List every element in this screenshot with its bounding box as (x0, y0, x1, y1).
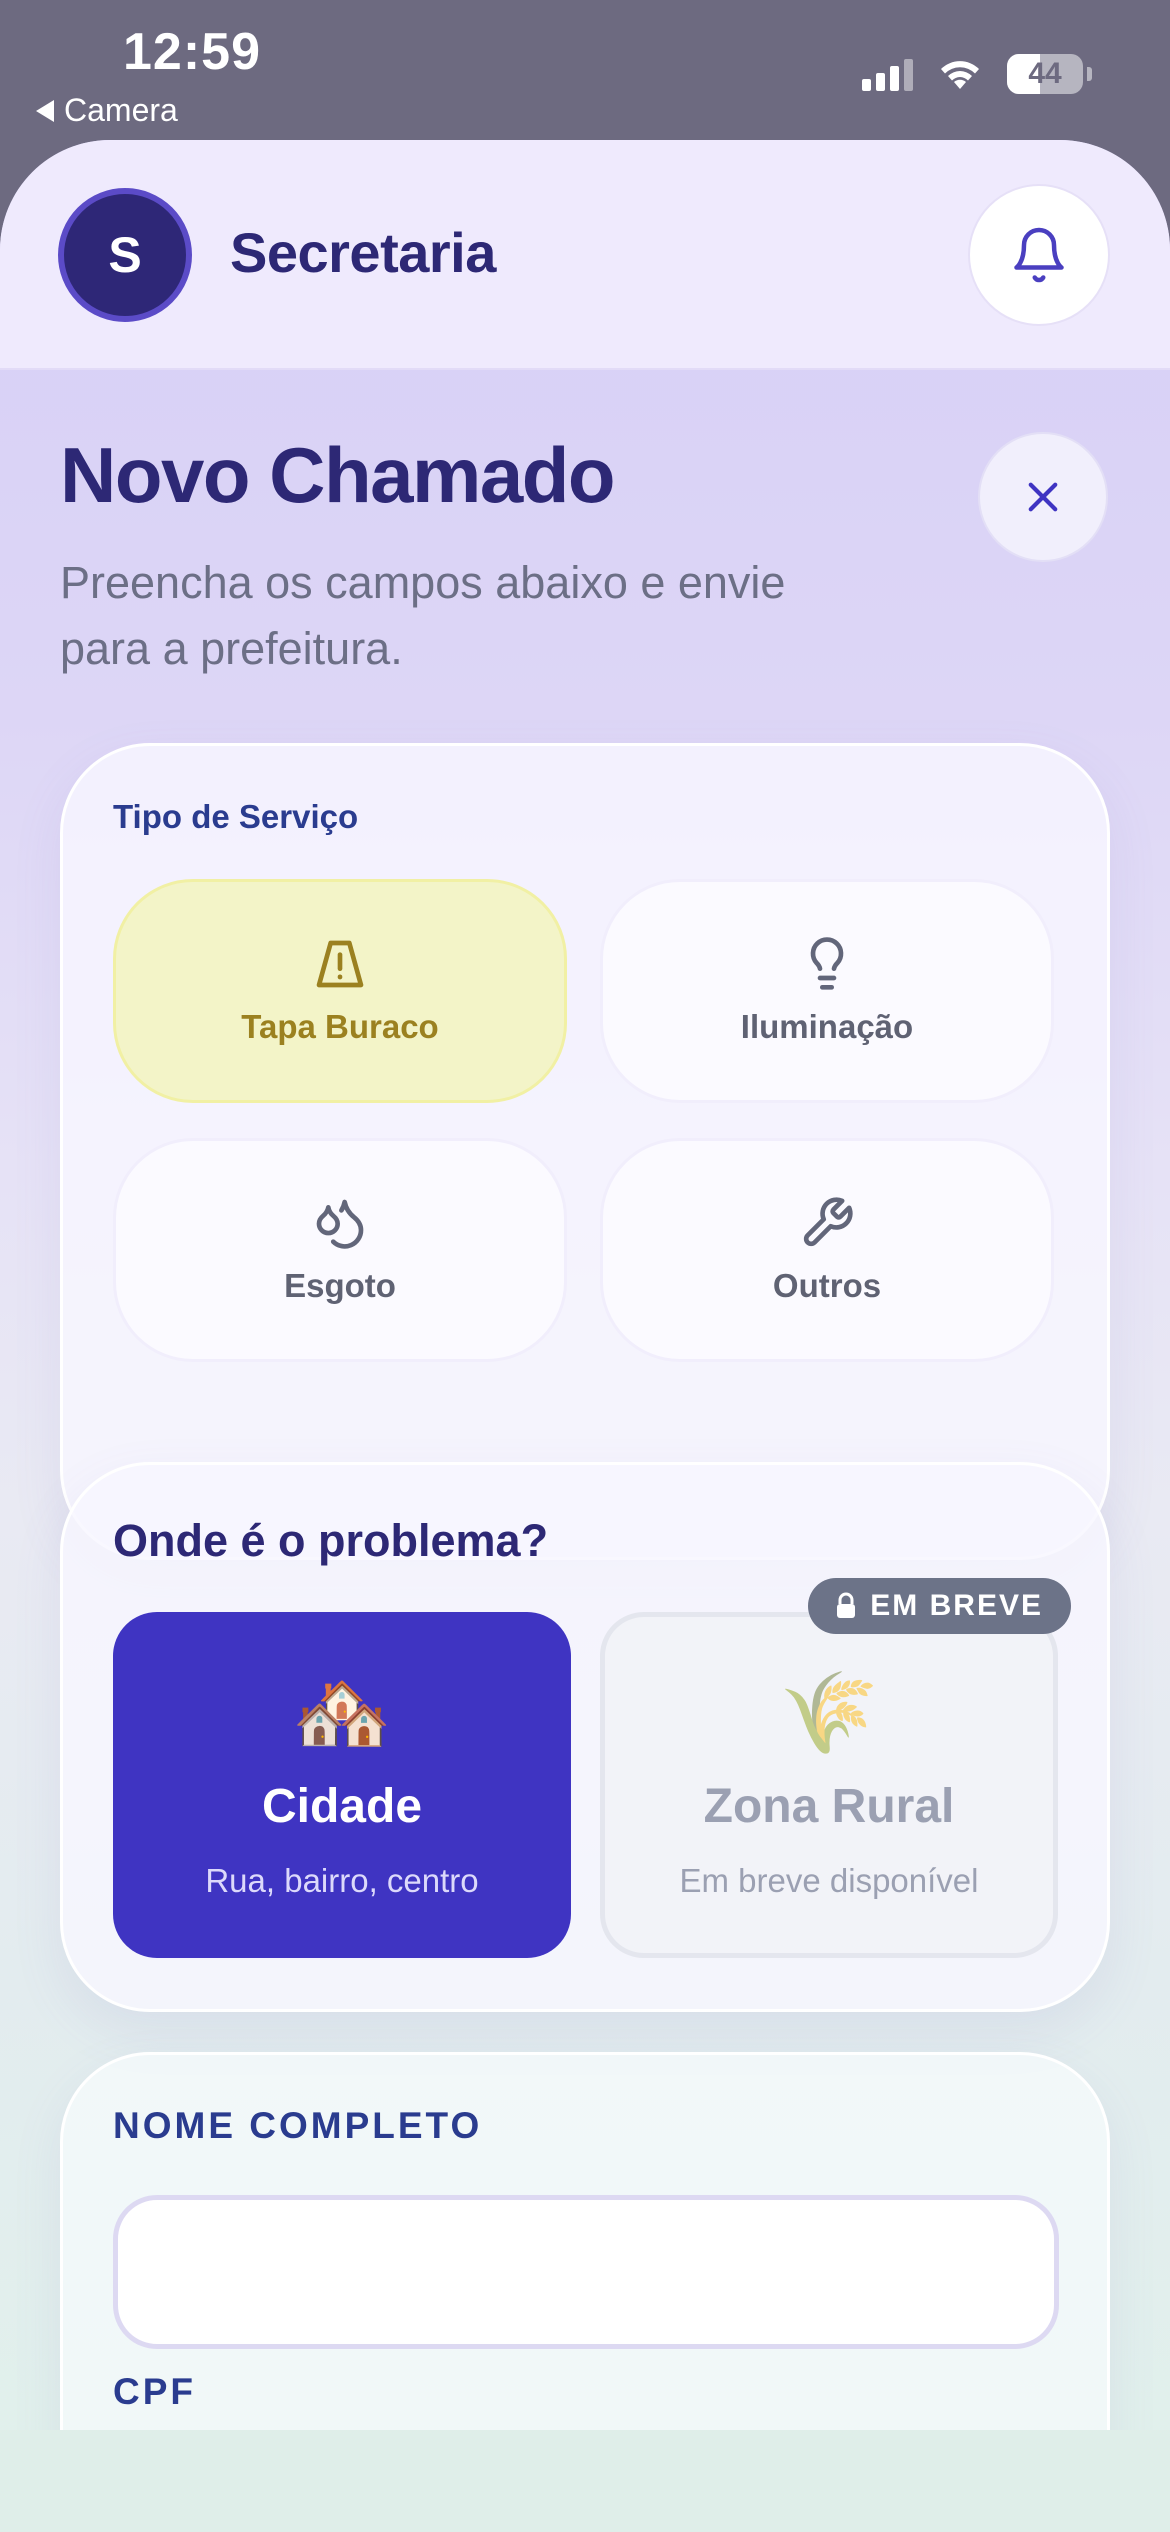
wrench-icon (803, 1197, 853, 1247)
rice-sheaf-icon: 🌾 (779, 1667, 879, 1757)
location-rural-desc: Em breve disponível (679, 1861, 979, 1899)
lock-icon (837, 1592, 856, 1618)
location-rural-name: Zona Rural (703, 1779, 955, 1833)
cellular-signal-icon (862, 57, 913, 91)
droplets-icon (316, 1199, 364, 1249)
app-header: S Secretaria (0, 140, 1170, 370)
status-time: 12:59 (123, 23, 261, 81)
location-city-desc: Rua, bairro, centro (205, 1861, 479, 1899)
service-option-label: Esgoto (284, 1267, 396, 1304)
wifi-icon (941, 61, 979, 89)
brand-title: Secretaria (230, 221, 496, 284)
location-option-rural: 🌾 Zona Rural Em breve disponível (600, 1612, 1058, 1958)
service-option-tapa-buraco[interactable]: Tapa Buraco (113, 879, 567, 1103)
back-app-label: Camera (64, 92, 178, 128)
service-option-iluminacao[interactable]: Iluminação (600, 879, 1054, 1103)
close-icon (1028, 482, 1058, 512)
full-name-input[interactable] (113, 2195, 1059, 2349)
coming-soon-badge: EM BREVE (808, 1578, 1071, 1634)
battery-level: 44 (1028, 57, 1062, 90)
coming-soon-label: EM BREVE (870, 1589, 1043, 1622)
full-name-label: NOME COMPLETO (113, 2105, 483, 2146)
bell-icon (1014, 227, 1064, 283)
service-type-label: Tipo de Serviço (113, 798, 359, 835)
location-card: Onde é o problema? 🏘️ Cidade Rua, bairro… (60, 1462, 1110, 2012)
bottom-bar (0, 2430, 1170, 2532)
service-option-esgoto[interactable]: Esgoto (113, 1138, 567, 1362)
service-option-label: Iluminação (740, 1008, 914, 1045)
lightbulb-icon (810, 937, 844, 990)
back-arrow-icon (36, 99, 54, 122)
service-option-label: Tapa Buraco (241, 1008, 439, 1045)
cpf-label: CPF (113, 2371, 196, 2412)
service-option-outros[interactable]: Outros (600, 1138, 1054, 1362)
location-option-city[interactable]: 🏘️ Cidade Rua, bairro, centro (113, 1612, 571, 1958)
service-option-label: Outros (772, 1267, 882, 1304)
system-icons: 44 (862, 54, 1092, 94)
location-title: Onde é o problema? (113, 1515, 549, 1566)
avatar[interactable]: S (58, 188, 192, 322)
battery-icon: 44 (1007, 54, 1083, 94)
app-sheet: S Secretaria Novo Chamado Preencha os ca… (0, 140, 1170, 2430)
close-button[interactable] (978, 432, 1108, 562)
page-title: Novo Chamado (60, 431, 616, 519)
page-subtitle: Preencha os campos abaixo e envie para a… (60, 557, 786, 674)
houses-icon: 🏘️ (292, 1667, 392, 1757)
location-city-name: Cidade (261, 1779, 423, 1833)
notifications-button[interactable] (968, 184, 1110, 326)
back-to-camera-link[interactable]: Camera (36, 92, 178, 129)
status-bar: 12:59 Camera 44 (0, 0, 1170, 140)
road-warning-icon (316, 940, 364, 988)
service-type-card: Tipo de Serviço Tapa Buraco Iluminação E (60, 743, 1110, 1560)
personal-info-card: NOME COMPLETO CPF (60, 2052, 1110, 2430)
